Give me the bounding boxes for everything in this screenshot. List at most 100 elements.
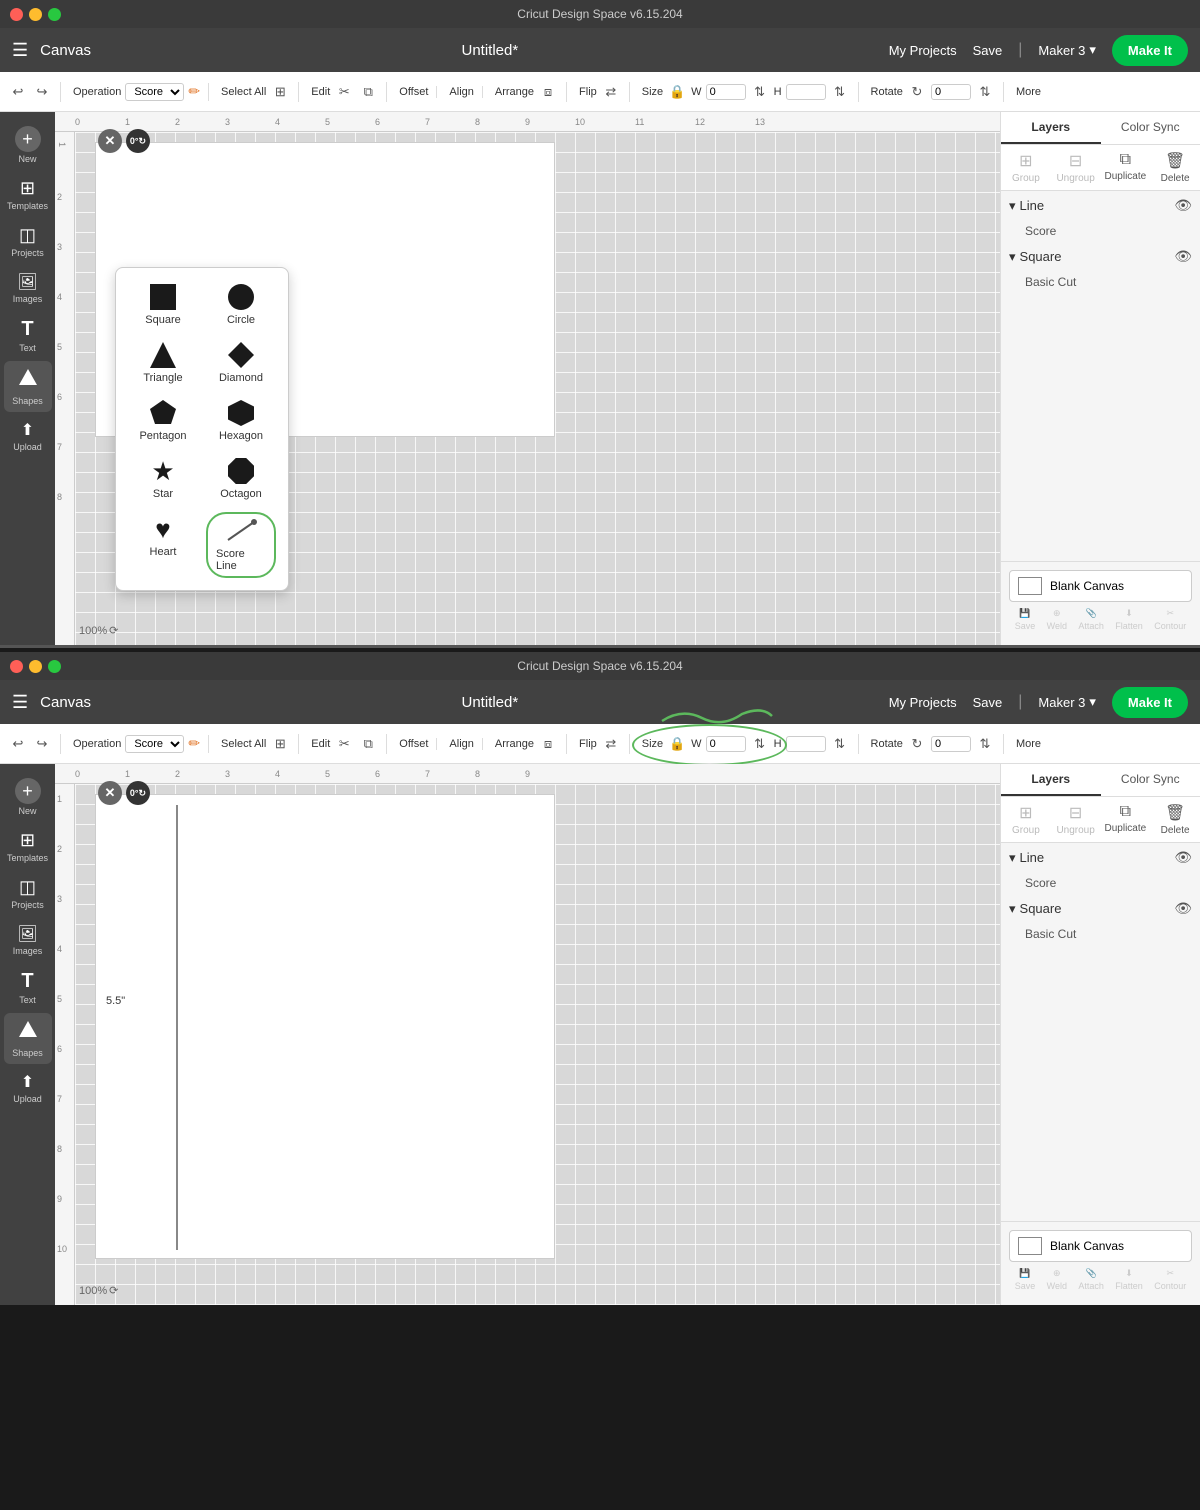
shape-star[interactable]: ★ Star: [128, 454, 198, 504]
layer-square-eye-2[interactable]: 👁: [1174, 900, 1192, 917]
select-all-icon[interactable]: ⊞: [270, 82, 290, 102]
footer-contour-2[interactable]: ✂ Contour: [1154, 1268, 1186, 1291]
sidebar-item-new-2[interactable]: + New: [4, 772, 52, 822]
sidebar-item-images[interactable]: 🖼 Images: [4, 266, 52, 310]
footer-weld-1[interactable]: ⊕ Weld: [1047, 608, 1067, 631]
width-input[interactable]: [706, 84, 746, 100]
layer-square-eye-1[interactable]: 👁: [1174, 248, 1192, 265]
layer-square-header-1[interactable]: ▾ Square 👁: [1001, 242, 1200, 271]
layer-line-eye-2[interactable]: 👁: [1174, 849, 1192, 866]
duplicate-btn-1[interactable]: ⧉ Duplicate: [1101, 145, 1151, 190]
save-btn-2[interactable]: Save: [973, 695, 1003, 710]
make-it-btn-2[interactable]: Make It: [1112, 687, 1188, 718]
footer-contour-1[interactable]: ✂ Contour: [1154, 608, 1186, 631]
make-it-btn-1[interactable]: Make It: [1112, 35, 1188, 66]
copy-icon-2[interactable]: ⧉: [358, 734, 378, 754]
edit-icon-2[interactable]: ✂: [334, 734, 354, 754]
minimize-button-1[interactable]: [29, 8, 42, 21]
hamburger-menu-2[interactable]: ☰: [12, 692, 28, 713]
fullscreen-button-2[interactable]: [48, 660, 61, 673]
lock-icon-2[interactable]: 🔒: [667, 734, 687, 754]
shape-diamond[interactable]: Diamond: [206, 338, 276, 388]
ungroup-btn-1[interactable]: ⊟ Ungroup: [1051, 145, 1101, 190]
shape-score-line[interactable]: Score Line: [206, 512, 276, 578]
canvas-close-btn[interactable]: ✕: [98, 129, 122, 153]
sidebar-item-upload-2[interactable]: ⬆ Upload: [4, 1066, 52, 1110]
footer-save-1[interactable]: 💾 Save: [1015, 608, 1036, 631]
hamburger-menu-1[interactable]: ☰: [12, 40, 28, 61]
shape-triangle[interactable]: Triangle: [128, 338, 198, 388]
operation-select-2[interactable]: Score: [125, 735, 184, 753]
zoom-reset-icon-2[interactable]: ⟳: [109, 1284, 118, 1297]
more-label[interactable]: More: [1016, 86, 1041, 98]
more-label-2[interactable]: More: [1016, 738, 1041, 750]
blank-canvas-btn-1[interactable]: Blank Canvas: [1009, 570, 1192, 602]
machine-btn-1[interactable]: Maker 3 ▾: [1038, 42, 1096, 58]
canvas-area-2[interactable]: 0 1 2 3 4 5 6 7 8 9 1 2 3 4 5 6: [55, 764, 1000, 1305]
canvas-close-btn-2[interactable]: ✕: [98, 781, 122, 805]
sidebar-item-shapes[interactable]: Shapes: [4, 361, 52, 412]
close-button-1[interactable]: [10, 8, 23, 21]
width-input-2[interactable]: [706, 736, 746, 752]
shape-heart[interactable]: ♥ Heart: [128, 512, 198, 578]
zoom-reset-icon[interactable]: ⟳: [109, 624, 118, 637]
canvas-area-1[interactable]: 0 1 2 3 4 5 6 7 8 9 10 11 12 13: [55, 112, 1000, 645]
footer-flatten-1[interactable]: ⬇ Flatten: [1115, 608, 1143, 631]
delete-btn-2[interactable]: 🗑 Delete: [1150, 797, 1200, 842]
shape-hexagon[interactable]: Hexagon: [206, 396, 276, 446]
sidebar-item-templates[interactable]: ⊞ Templates: [4, 172, 52, 217]
layer-square-header-2[interactable]: ▾ Square 👁: [1001, 894, 1200, 923]
tab-layers-2[interactable]: Layers: [1001, 764, 1101, 796]
save-btn-1[interactable]: Save: [973, 43, 1003, 58]
arrange-icon-2[interactable]: ⧈: [538, 734, 558, 754]
sidebar-item-text[interactable]: T Text: [4, 312, 52, 359]
sidebar-item-upload[interactable]: ⬆ Upload: [4, 414, 52, 458]
redo-icon-2[interactable]: ↪: [32, 734, 52, 754]
layer-line-eye-1[interactable]: 👁: [1174, 197, 1192, 214]
my-projects-btn-2[interactable]: My Projects: [889, 695, 957, 710]
shape-pentagon[interactable]: Pentagon: [128, 396, 198, 446]
height-input-2[interactable]: 5.5: [786, 736, 826, 752]
footer-weld-2[interactable]: ⊕ Weld: [1047, 1268, 1067, 1291]
shape-circle[interactable]: Circle: [206, 280, 276, 330]
sidebar-item-text-2[interactable]: T Text: [4, 964, 52, 1011]
rotate-input[interactable]: [931, 84, 971, 100]
tab-color-sync-1[interactable]: Color Sync: [1101, 112, 1200, 144]
footer-save-2[interactable]: 💾 Save: [1015, 1268, 1036, 1291]
canvas-rotate-btn-2[interactable]: 0°↻: [126, 781, 150, 805]
height-input[interactable]: 3.111: [786, 84, 826, 100]
sidebar-item-new[interactable]: + New: [4, 120, 52, 170]
footer-attach-1[interactable]: 📎 Attach: [1078, 608, 1104, 631]
duplicate-btn-2[interactable]: ⧉ Duplicate: [1101, 797, 1151, 842]
arrange-icon[interactable]: ⧈: [538, 82, 558, 102]
group-btn-1[interactable]: ⊞ Group: [1001, 145, 1051, 190]
machine-btn-2[interactable]: Maker 3 ▾: [1038, 694, 1096, 710]
undo-icon-2[interactable]: ↩: [8, 734, 28, 754]
flip-icon-2[interactable]: ⇄: [601, 734, 621, 754]
tab-layers-1[interactable]: Layers: [1001, 112, 1101, 144]
sidebar-item-projects-2[interactable]: ◫ Projects: [4, 871, 52, 916]
my-projects-btn-1[interactable]: My Projects: [889, 43, 957, 58]
ungroup-btn-2[interactable]: ⊟ Ungroup: [1051, 797, 1101, 842]
blank-canvas-btn-2[interactable]: Blank Canvas: [1009, 1230, 1192, 1262]
lock-icon[interactable]: 🔒: [667, 82, 687, 102]
minimize-button-2[interactable]: [29, 660, 42, 673]
rotate-input-2[interactable]: [931, 736, 971, 752]
copy-icon[interactable]: ⧉: [358, 82, 378, 102]
select-all-icon-2[interactable]: ⊞: [270, 734, 290, 754]
close-button-2[interactable]: [10, 660, 23, 673]
sidebar-item-projects[interactable]: ◫ Projects: [4, 219, 52, 264]
redo-icon[interactable]: ↪: [32, 82, 52, 102]
layer-line-header-1[interactable]: ▾ Line 👁: [1001, 191, 1200, 220]
footer-flatten-2[interactable]: ⬇ Flatten: [1115, 1268, 1143, 1291]
operation-select[interactable]: Score: [125, 83, 184, 101]
edit-icon[interactable]: ✂: [334, 82, 354, 102]
layer-line-header-2[interactable]: ▾ Line 👁: [1001, 843, 1200, 872]
sidebar-item-shapes-2[interactable]: Shapes: [4, 1013, 52, 1064]
undo-icon[interactable]: ↩: [8, 82, 28, 102]
fullscreen-button-1[interactable]: [48, 8, 61, 21]
tab-color-sync-2[interactable]: Color Sync: [1101, 764, 1200, 796]
shape-square[interactable]: Square: [128, 280, 198, 330]
group-btn-2[interactable]: ⊞ Group: [1001, 797, 1051, 842]
footer-attach-2[interactable]: 📎 Attach: [1078, 1268, 1104, 1291]
